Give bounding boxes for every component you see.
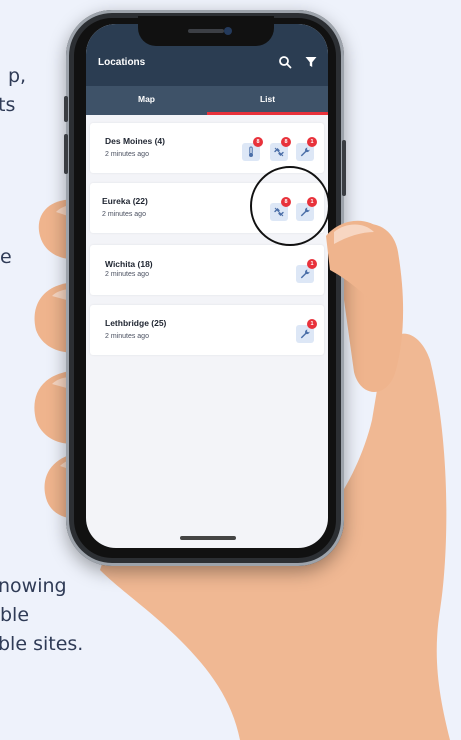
alert-count-badge: 1	[307, 319, 317, 329]
wrench-icon	[300, 147, 310, 157]
alert-count-badge: 1	[307, 137, 317, 147]
location-name: Eureka (22)	[102, 196, 148, 206]
alert-count-badge: 8	[253, 137, 263, 147]
phone-speaker	[188, 29, 224, 33]
alert-count-badge: 1	[307, 259, 317, 269]
tab-list[interactable]: List	[207, 86, 328, 115]
tab-bar: Map List	[86, 86, 328, 115]
location-name: Lethbridge (25)	[105, 318, 167, 328]
alert-count-badge: 8	[281, 137, 291, 147]
filter-icon[interactable]	[304, 55, 318, 69]
location-updated-time: 2 minutes ago	[102, 211, 146, 218]
wrench-icon	[300, 269, 310, 279]
active-tab-indicator	[207, 112, 328, 115]
phone-side-button	[64, 96, 68, 122]
location-name: Des Moines (4)	[105, 136, 165, 146]
location-card-lethbridge[interactable]: Lethbridge (25) 2 minutes ago 1	[90, 305, 324, 355]
location-name: Wichita (18)	[105, 259, 153, 269]
search-icon[interactable]	[278, 55, 292, 69]
location-updated-time: 2 minutes ago	[105, 271, 149, 278]
highlight-circle	[250, 166, 330, 246]
home-indicator	[180, 536, 236, 540]
location-updated-time: 2 minutes ago	[105, 151, 149, 158]
tab-map[interactable]: Map	[86, 86, 207, 115]
wrench-icon	[300, 329, 310, 339]
phone-side-button	[64, 134, 68, 174]
phone-screen: Locations Map List Des Moines (4) 2 minu…	[86, 24, 328, 548]
broken-link-icon	[274, 147, 284, 157]
location-updated-time: 2 minutes ago	[105, 333, 149, 340]
thermometer-icon	[249, 146, 253, 157]
page-title: Locations	[98, 57, 146, 68]
phone-side-button	[342, 140, 346, 196]
location-card-wichita[interactable]: Wichita (18) 2 minutes ago 1	[90, 245, 324, 295]
phone-camera	[224, 27, 232, 35]
